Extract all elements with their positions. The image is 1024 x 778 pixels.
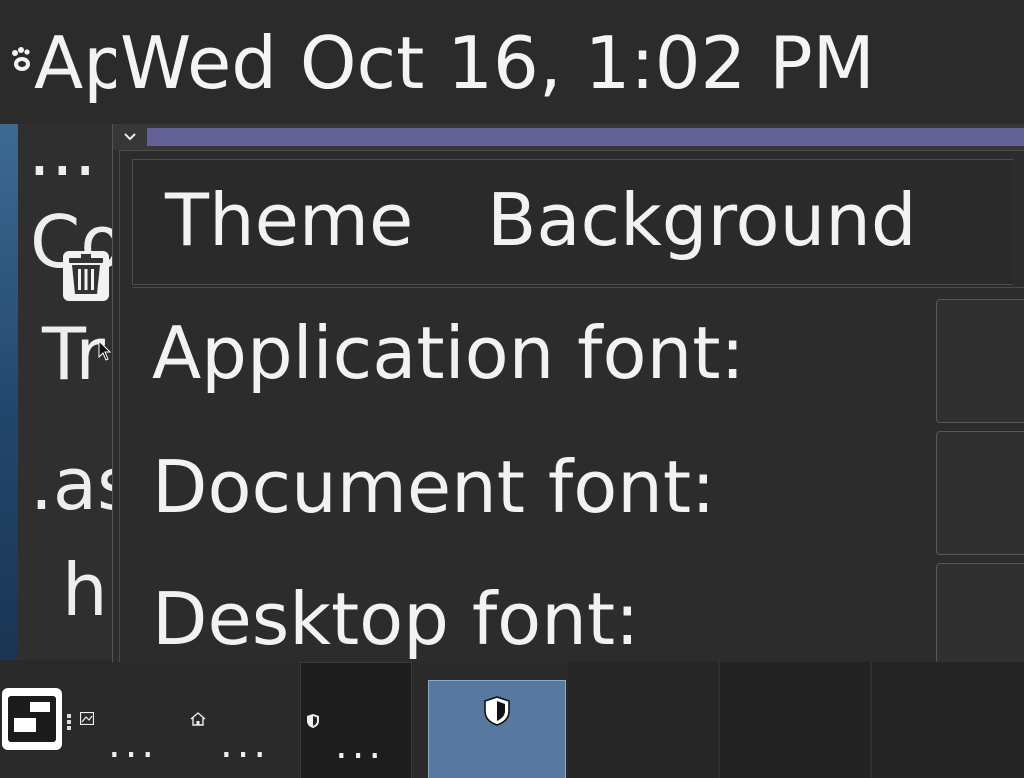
image-icon — [80, 712, 94, 725]
title-accent-bar — [147, 128, 1024, 146]
task-label: ... — [108, 724, 159, 764]
top-panel: Applications Wed Oct 16, 1:02 PM — [0, 0, 1024, 124]
trash-icon[interactable] — [62, 250, 110, 302]
workspace-3[interactable] — [871, 662, 1024, 778]
tab-background[interactable]: Background — [487, 170, 917, 270]
home-icon — [190, 712, 206, 726]
show-desktop-button[interactable] — [2, 688, 62, 750]
shield-icon — [307, 714, 319, 728]
application-font-label: Application font: — [152, 311, 745, 395]
menu-item-arrange[interactable]: .as — [30, 444, 112, 524]
tab-strip: Theme Background — [132, 159, 1013, 285]
shield-icon — [484, 696, 510, 726]
menu-item-ellipsis[interactable]: ... — [28, 124, 97, 190]
task-button-security[interactable]: ... — [300, 662, 412, 778]
mouse-pointer-icon — [98, 340, 112, 361]
document-font-label: Document font: — [152, 445, 716, 529]
dialog-content: Theme Background Application font: Docum… — [119, 150, 1024, 662]
show-desktop-icon — [8, 696, 56, 742]
document-font-button[interactable] — [936, 431, 1024, 555]
desktop-font-button[interactable] — [936, 563, 1024, 662]
menu-item-help[interactable]: h — [62, 550, 108, 630]
applications-menu[interactable]: Applications — [34, 18, 116, 108]
menu-item-trash[interactable]: Tr — [42, 314, 105, 394]
desktop-font-label: Desktop font: — [152, 577, 640, 661]
application-font-button[interactable] — [936, 299, 1024, 423]
taskbar-handle[interactable] — [66, 714, 72, 730]
task-button-image-viewer[interactable]: ... — [76, 662, 188, 778]
tab-theme[interactable]: Theme — [165, 170, 413, 270]
task-button-appearance-active[interactable] — [428, 680, 566, 778]
gnome-foot-icon[interactable] — [8, 44, 34, 74]
window-titlebar[interactable] — [113, 124, 1024, 150]
workspace-2[interactable] — [719, 662, 870, 778]
desktop-context-menu: ... Co Tr .as h — [18, 124, 112, 660]
task-button-home[interactable]: ... — [188, 662, 300, 778]
clock[interactable]: Wed Oct 16, 1:02 PM — [120, 18, 875, 108]
chevron-down-icon — [124, 133, 136, 141]
window-menu-button[interactable] — [117, 126, 143, 148]
tabs-divider — [132, 287, 1024, 288]
appearance-preferences-window: Theme Background Application font: Docum… — [112, 124, 1024, 662]
bottom-taskbar: ... ... ... — [0, 662, 1024, 778]
task-label: ... — [335, 725, 386, 765]
task-label: ... — [220, 724, 271, 764]
workspace-1[interactable] — [568, 662, 718, 778]
